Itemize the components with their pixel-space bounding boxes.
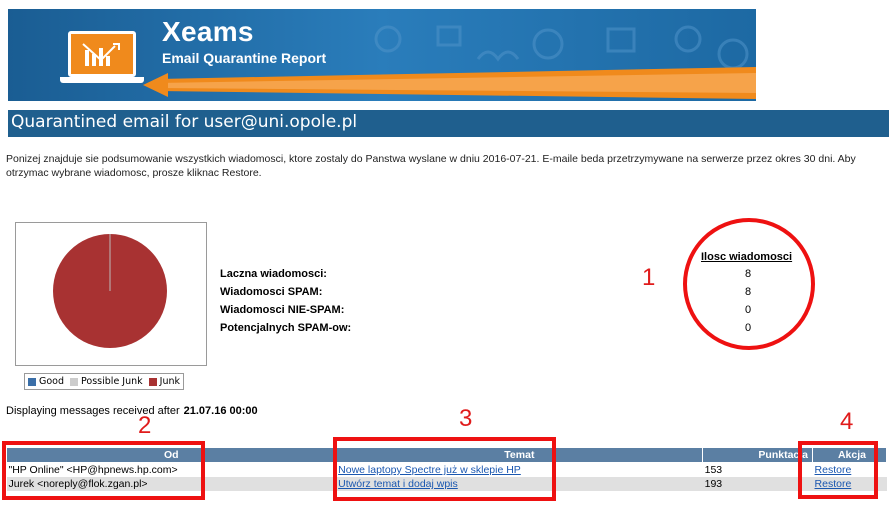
displaying-info: Displaying messages received after 21.07.…	[6, 405, 258, 417]
legend-item: Good	[28, 376, 64, 387]
legend-swatch	[148, 377, 157, 386]
stat-label-spam: Wiadomosci SPAM:	[220, 286, 323, 298]
page-title: Quarantined email for user@uni.opole.pl	[11, 112, 357, 132]
annotation-3: 3	[459, 405, 473, 432]
intro-text: Ponizej znajduje sie podsumowanie wszyst…	[6, 153, 856, 179]
stat-label-nonspam: Wiadomosci NIE-SPAM:	[220, 304, 345, 316]
message-score: 153	[702, 462, 813, 477]
logo-monitor-base	[60, 77, 144, 83]
annotation-box-action	[798, 441, 878, 499]
stat-label-potential: Potencjalnych SPAM-ow:	[220, 322, 352, 334]
legend-label: Possible Junk	[81, 376, 143, 387]
annotation-1: 1	[642, 264, 656, 291]
brand-tagline: Email Quarantine Report	[162, 50, 327, 66]
chart-legend: Good Possible Junk Junk	[24, 373, 185, 390]
column-header-score[interactable]: Punktacja	[702, 447, 814, 463]
legend-swatch	[70, 377, 79, 386]
pie-chart	[53, 234, 167, 348]
user-email: user@uni.opole.pl	[203, 112, 358, 132]
annotation-box-subject	[333, 437, 556, 501]
logo-chart-icon	[68, 31, 136, 77]
displaying-date: 21.07.16 00:00	[183, 405, 258, 417]
legend-label: Good	[39, 376, 65, 387]
stat-label-total: Laczna wiadomosci:	[220, 268, 327, 280]
annotation-4: 4	[840, 408, 854, 435]
legend-label: Junk	[159, 376, 181, 387]
displaying-text: Displaying messages received after	[6, 405, 180, 417]
message-score: 193	[702, 477, 813, 491]
legend-item: Possible Junk	[70, 376, 143, 387]
page-title-prefix: Quarantined email for	[11, 112, 204, 132]
page-title-bar: Quarantined email for user@uni.opole.pl	[8, 110, 889, 137]
annotation-circle-1	[683, 218, 815, 350]
annotation-box-from	[2, 441, 205, 500]
brand-name: Xeams	[162, 16, 254, 47]
legend-item: Junk	[148, 376, 181, 387]
header-banner: Xeams Email Quarantine Report	[8, 9, 756, 101]
legend-swatch	[28, 377, 36, 386]
